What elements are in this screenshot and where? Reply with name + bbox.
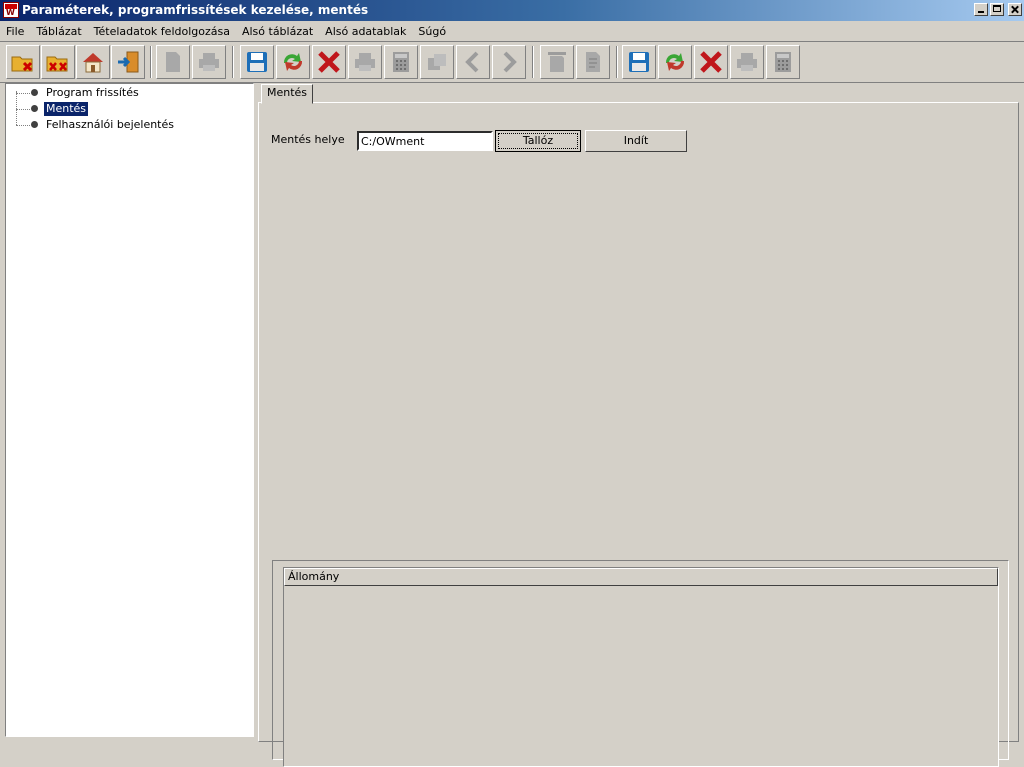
calculator-icon	[393, 52, 409, 72]
browse-button[interactable]: Tallóz	[495, 130, 581, 152]
tree-item-label: Program frissítés	[46, 86, 139, 99]
document-button	[540, 45, 574, 79]
tab-panel: Mentés helye Tallóz Indít Állomány	[258, 102, 1019, 767]
tree-item-program-frissites[interactable]: Program frissítés	[6, 86, 246, 100]
maximize-button[interactable]	[990, 3, 1004, 16]
toolbar	[0, 42, 1024, 83]
copy-button	[420, 45, 454, 79]
menu-also-adatablak[interactable]: Alsó adatablak	[319, 25, 412, 38]
document-icon	[548, 52, 566, 72]
title-bar: Paraméterek, programfrissítések kezelése…	[0, 0, 1024, 21]
previous-icon	[465, 51, 479, 73]
exit-door-icon	[118, 51, 139, 73]
folder-delete-all-icon	[46, 56, 68, 72]
refresh-button[interactable]	[276, 45, 310, 79]
home-icon	[83, 53, 103, 73]
calculator-button-2	[766, 45, 800, 79]
new-document-button	[156, 45, 190, 79]
start-button[interactable]: Indít	[585, 130, 687, 152]
tab-mentes[interactable]: Mentés	[261, 84, 314, 104]
folder-delete-button[interactable]	[6, 45, 40, 79]
app-icon[interactable]	[3, 2, 19, 18]
copy-icon	[428, 54, 446, 70]
delete-button[interactable]	[312, 45, 346, 79]
menu-also-tablazat[interactable]: Alsó táblázat	[236, 25, 319, 38]
menu-sugo[interactable]: Súgó	[412, 25, 452, 38]
delete-icon	[318, 51, 340, 73]
file-list-frame: Állomány	[272, 560, 1009, 767]
print-button	[348, 45, 382, 79]
save-button[interactable]	[240, 45, 274, 79]
refresh-icon	[283, 53, 303, 71]
document-edit-icon	[586, 52, 600, 72]
window-controls	[974, 3, 1022, 16]
tree-node-bullet-icon	[31, 89, 38, 96]
delete-icon	[700, 51, 722, 73]
new-document-icon	[166, 52, 180, 72]
delete-button-2[interactable]	[694, 45, 728, 79]
file-list[interactable]: Állomány	[283, 567, 999, 767]
menu-tablazat[interactable]: Táblázat	[30, 25, 87, 38]
print-button-disabled	[192, 45, 226, 79]
save-path-input[interactable]	[357, 131, 493, 151]
content-area: Mentés Mentés helye Tallóz Indít Állomán…	[257, 83, 1024, 767]
save-button-2[interactable]	[622, 45, 656, 79]
minimize-button[interactable]	[974, 3, 988, 16]
folder-delete-all-button[interactable]	[41, 45, 75, 79]
close-button[interactable]	[1008, 3, 1022, 16]
navigation-tree: Program frissítés Mentés Felhasználói be…	[5, 83, 254, 737]
tree-item-label: Felhasználói bejelentés	[46, 118, 174, 131]
exit-button[interactable]	[111, 45, 145, 79]
menu-teteladatok[interactable]: Tételadatok feldolgozása	[88, 25, 236, 38]
tree-node-bullet-icon	[31, 121, 38, 128]
print-icon	[355, 53, 375, 71]
home-button[interactable]	[76, 45, 110, 79]
tree-item-felhasznaloi-bejelentes[interactable]: Felhasználói bejelentés	[6, 118, 246, 132]
next-button	[492, 45, 526, 79]
menu-file[interactable]: File	[0, 25, 30, 38]
menu-bar: File Táblázat Tételadatok feldolgozása A…	[0, 21, 1024, 42]
refresh-icon	[665, 53, 685, 71]
next-icon	[503, 51, 517, 73]
tree-node-bullet-icon	[31, 105, 38, 112]
print-button-2	[730, 45, 764, 79]
save-icon	[629, 52, 649, 72]
calculator-button	[384, 45, 418, 79]
save-location-label: Mentés helye	[271, 133, 345, 146]
column-header-allomany[interactable]: Állomány	[284, 568, 998, 586]
save-icon	[247, 52, 267, 72]
previous-button	[456, 45, 490, 79]
tree-item-mentes[interactable]: Mentés	[6, 102, 246, 116]
tree-item-label: Mentés	[44, 102, 89, 116]
calculator-icon	[775, 52, 791, 72]
window-title: Paraméterek, programfrissítések kezelése…	[22, 3, 369, 17]
document-edit-button	[576, 45, 610, 79]
folder-delete-icon	[11, 56, 33, 72]
print-icon	[199, 53, 219, 71]
print-icon	[737, 53, 757, 71]
refresh-button-2[interactable]	[658, 45, 692, 79]
